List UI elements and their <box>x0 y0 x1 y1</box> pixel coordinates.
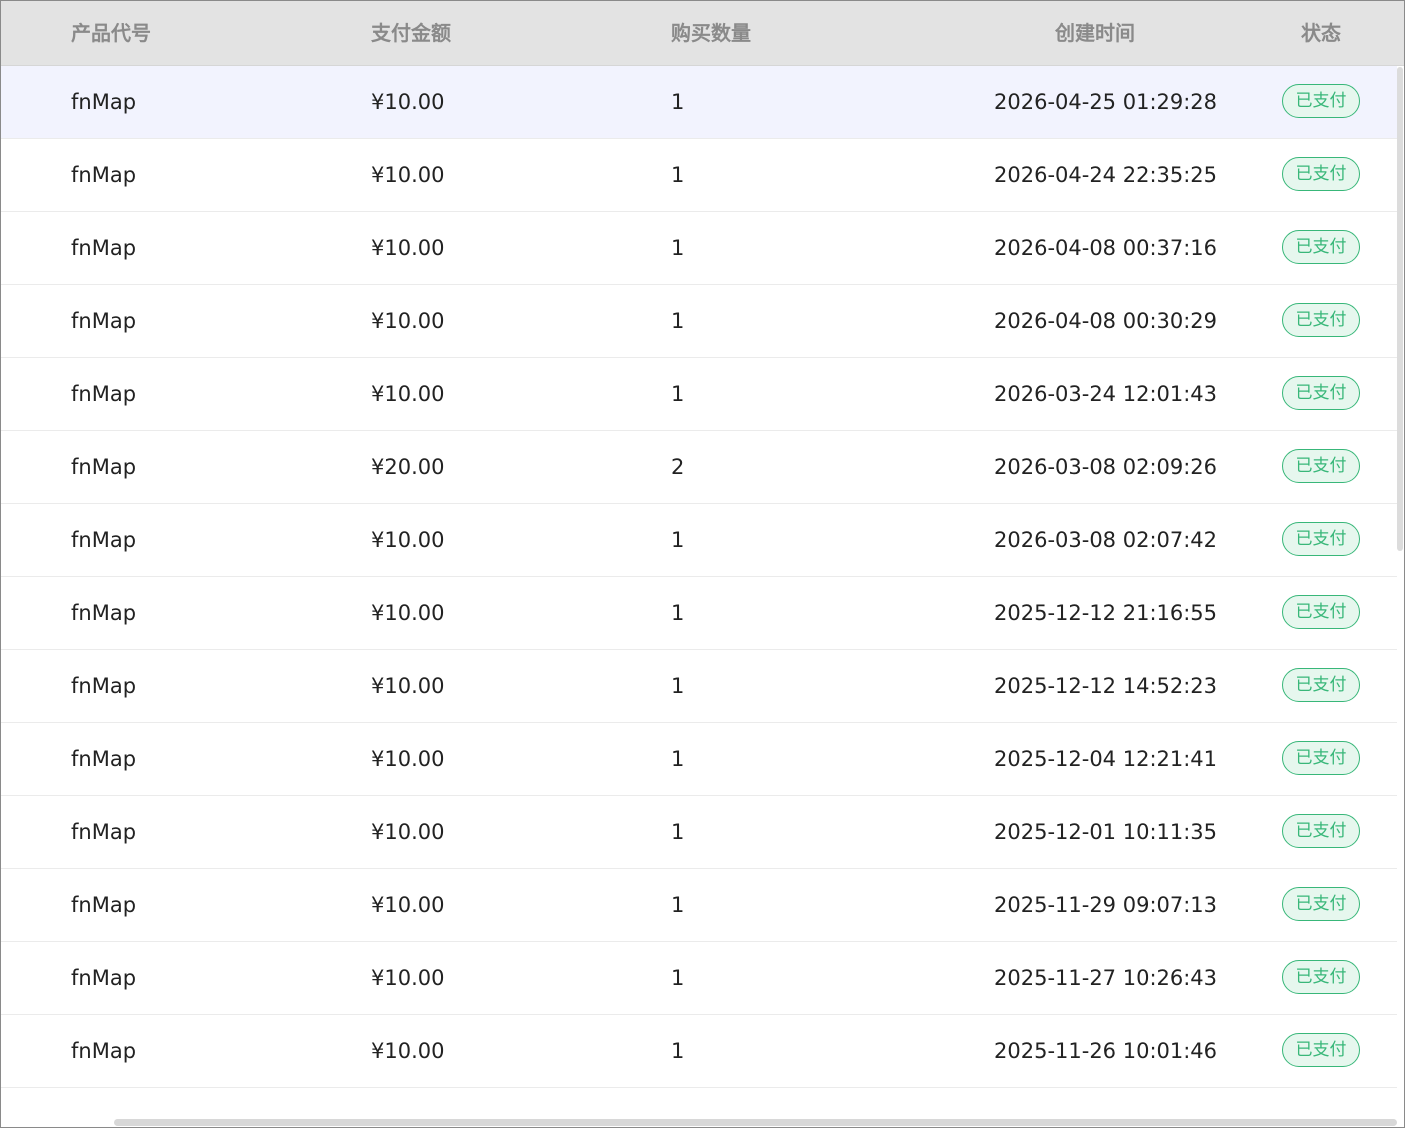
cell-quantity: 1 <box>671 90 685 114</box>
cell-product-code: fnMap <box>71 90 137 114</box>
cell-created-at: 2026-04-08 00:30:29 <box>994 309 1218 333</box>
cell-quantity: 1 <box>671 236 685 260</box>
cell-product-code: fnMap <box>71 309 137 333</box>
cell-created-at: 2025-11-27 10:26:43 <box>994 966 1218 990</box>
table-row[interactable]: fnMap ¥10.00 1 2026-04-08 00:30:29 已支付 <box>1 285 1397 358</box>
status-badge: 已支付 <box>1282 230 1360 264</box>
cell-amount: ¥10.00 <box>371 236 445 260</box>
cell-product-code: fnMap <box>71 893 137 917</box>
cell-quantity: 1 <box>671 966 685 990</box>
table-row[interactable]: fnMap ¥10.00 1 2025-12-04 12:21:41 已支付 <box>1 723 1397 796</box>
cell-created-at: 2025-12-12 21:16:55 <box>994 601 1218 625</box>
cell-created-at: 2026-04-08 00:37:16 <box>994 236 1218 260</box>
cell-amount: ¥10.00 <box>371 820 445 844</box>
header-status[interactable]: 状态 <box>1301 1 1341 65</box>
status-badge: 已支付 <box>1282 668 1360 702</box>
table-row[interactable]: fnMap ¥10.00 1 2025-11-26 10:01:46 已支付 <box>1 1015 1397 1088</box>
cell-amount: ¥20.00 <box>371 455 445 479</box>
cell-amount: ¥10.00 <box>371 163 445 187</box>
table-body[interactable]: fnMap ¥10.00 1 2026-04-25 01:29:28 已支付 fnMap ¥… <box>1 66 1397 1127</box>
cell-product-code: fnMap <box>71 382 137 406</box>
orders-table: 产品代号 支付金额 购买数量 创建时间 状态 fnMap ¥10.00 1 2026-… <box>0 0 1405 1128</box>
table-row[interactable]: fnMap ¥10.00 1 2026-04-25 01:29:28 已支付 <box>1 66 1397 139</box>
vertical-scrollbar[interactable] <box>1397 67 1403 551</box>
table-row[interactable]: fnMap ¥10.00 1 2026-03-08 02:07:42 已支付 <box>1 504 1397 577</box>
cell-product-code: fnMap <box>71 163 137 187</box>
cell-quantity: 1 <box>671 528 685 552</box>
cell-quantity: 1 <box>671 674 685 698</box>
cell-quantity: 1 <box>671 601 685 625</box>
cell-product-code: fnMap <box>71 674 137 698</box>
status-badge: 已支付 <box>1282 303 1360 337</box>
cell-created-at: 2025-12-04 12:21:41 <box>994 747 1218 771</box>
cell-amount: ¥10.00 <box>371 747 445 771</box>
status-badge: 已支付 <box>1282 741 1360 775</box>
cell-created-at: 2026-04-25 01:29:28 <box>994 90 1218 114</box>
table-row[interactable]: fnMap ¥10.00 1 2025-12-01 10:11:35 已支付 <box>1 796 1397 869</box>
cell-amount: ¥10.00 <box>371 674 445 698</box>
cell-quantity: 1 <box>671 382 685 406</box>
cell-quantity: 2 <box>671 455 685 479</box>
cell-product-code: fnMap <box>71 747 137 771</box>
table-row[interactable]: fnMap ¥10.00 1 2025-11-29 09:07:13 已支付 <box>1 869 1397 942</box>
table-header: 产品代号 支付金额 购买数量 创建时间 状态 <box>1 1 1404 66</box>
cell-amount: ¥10.00 <box>371 1039 445 1063</box>
header-product-code[interactable]: 产品代号 <box>71 1 151 65</box>
cell-product-code: fnMap <box>71 601 137 625</box>
cell-amount: ¥10.00 <box>371 966 445 990</box>
cell-created-at: 2026-03-24 12:01:43 <box>994 382 1218 406</box>
cell-amount: ¥10.00 <box>371 309 445 333</box>
cell-created-at: 2025-12-01 10:11:35 <box>994 820 1218 844</box>
table-row[interactable]: fnMap ¥10.00 1 2025-11-27 10:26:43 已支付 <box>1 942 1397 1015</box>
cell-amount: ¥10.00 <box>371 528 445 552</box>
cell-quantity: 1 <box>671 309 685 333</box>
table-row[interactable]: fnMap ¥20.00 2 2026-03-08 02:09:26 已支付 <box>1 431 1397 504</box>
header-created-at[interactable]: 创建时间 <box>1055 1 1135 65</box>
status-badge: 已支付 <box>1282 449 1360 483</box>
cell-amount: ¥10.00 <box>371 601 445 625</box>
table-row[interactable]: fnMap ¥10.00 1 2026-03-24 12:01:43 已支付 <box>1 358 1397 431</box>
horizontal-scrollbar[interactable] <box>114 1119 1397 1126</box>
status-badge: 已支付 <box>1282 1033 1360 1067</box>
table-row[interactable]: fnMap ¥10.00 1 2026-04-08 00:37:16 已支付 <box>1 212 1397 285</box>
cell-created-at: 2026-03-08 02:09:26 <box>994 455 1218 479</box>
table-row[interactable]: fnMap ¥10.00 1 2026-04-24 22:35:25 已支付 <box>1 139 1397 212</box>
table-row[interactable]: fnMap ¥10.00 1 2025-12-12 21:16:55 已支付 <box>1 577 1397 650</box>
header-quantity[interactable]: 购买数量 <box>671 1 751 65</box>
cell-created-at: 2025-11-29 09:07:13 <box>994 893 1218 917</box>
cell-product-code: fnMap <box>71 528 137 552</box>
cell-quantity: 1 <box>671 747 685 771</box>
cell-amount: ¥10.00 <box>371 382 445 406</box>
cell-quantity: 1 <box>671 820 685 844</box>
cell-product-code: fnMap <box>71 236 137 260</box>
cell-product-code: fnMap <box>71 966 137 990</box>
status-badge: 已支付 <box>1282 595 1360 629</box>
table-row[interactable]: fnMap ¥10.00 1 2025-12-12 14:52:23 已支付 <box>1 650 1397 723</box>
cell-created-at: 2025-12-12 14:52:23 <box>994 674 1218 698</box>
status-badge: 已支付 <box>1282 84 1360 118</box>
header-amount[interactable]: 支付金额 <box>371 1 451 65</box>
cell-amount: ¥10.00 <box>371 90 445 114</box>
cell-created-at: 2025-11-26 10:01:46 <box>994 1039 1218 1063</box>
cell-quantity: 1 <box>671 163 685 187</box>
cell-quantity: 1 <box>671 893 685 917</box>
status-badge: 已支付 <box>1282 960 1360 994</box>
cell-amount: ¥10.00 <box>371 893 445 917</box>
cell-product-code: fnMap <box>71 1039 137 1063</box>
cell-quantity: 1 <box>671 1039 685 1063</box>
cell-created-at: 2026-03-08 02:07:42 <box>994 528 1218 552</box>
status-badge: 已支付 <box>1282 157 1360 191</box>
status-badge: 已支付 <box>1282 887 1360 921</box>
cell-created-at: 2026-04-24 22:35:25 <box>994 163 1218 187</box>
cell-product-code: fnMap <box>71 820 137 844</box>
status-badge: 已支付 <box>1282 376 1360 410</box>
cell-product-code: fnMap <box>71 455 137 479</box>
status-badge: 已支付 <box>1282 522 1360 556</box>
status-badge: 已支付 <box>1282 814 1360 848</box>
